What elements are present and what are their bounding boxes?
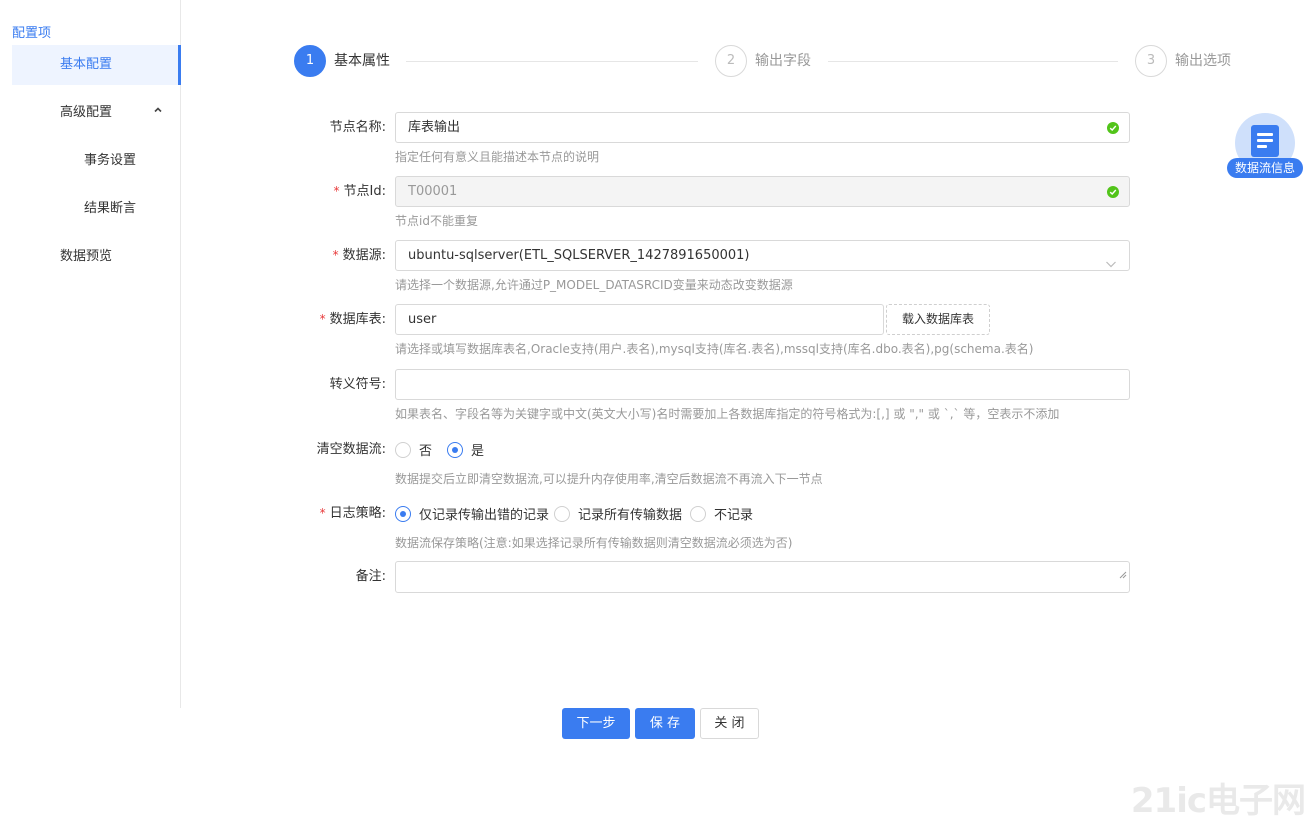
sidebar-item-basic-config[interactable]: 基本配置 <box>12 45 181 85</box>
step-number: 1 <box>294 45 326 77</box>
log-policy-radio-none[interactable]: 不记录 <box>690 498 753 529</box>
node-name-label: 节点名称: <box>329 120 386 135</box>
sidebar-item-label: 基本配置 <box>60 57 113 72</box>
db-table-value: user <box>408 312 437 327</box>
dataflow-info-button[interactable]: 数据流信息 <box>1227 113 1303 179</box>
remark-textarea[interactable] <box>395 561 1130 593</box>
radio-label: 记录所有传输数据 <box>578 508 683 523</box>
required-mark: * <box>333 184 340 198</box>
required-mark: * <box>319 506 326 520</box>
step-label: 基本属性 <box>334 53 390 69</box>
radio-label: 不记录 <box>714 508 754 523</box>
log-policy-hint: 数据流保存策略(注意:如果选择记录所有传输数据则清空数据流必须选为否) <box>395 536 793 550</box>
sidebar-item-label: 数据预览 <box>60 249 113 264</box>
dataflow-info-label: 数据流信息 <box>1227 158 1303 178</box>
radio-circle <box>395 441 411 458</box>
escape-symbol-label: 转义符号: <box>329 377 386 392</box>
sidebar-item-label: 高级配置 <box>60 105 113 120</box>
node-name-input[interactable]: 库表输出 <box>395 112 1130 143</box>
node-id-value: T00001 <box>408 184 458 199</box>
step-label: 输出选项 <box>1175 53 1231 69</box>
radio-label: 仅记录传输出错的记录 <box>419 508 550 523</box>
next-step-button[interactable]: 下一步 <box>562 708 630 739</box>
node-id-label: * 节点Id: <box>333 184 386 199</box>
remark-label: 备注: <box>355 569 386 584</box>
clear-flow-radio-yes[interactable]: 是 <box>447 434 484 465</box>
step-number: 3 <box>1135 45 1167 77</box>
datasource-label: * 数据源: <box>332 248 386 263</box>
radio-label: 是 <box>471 444 485 459</box>
sidebar-item-transaction-settings[interactable]: 事务设置 <box>12 141 181 181</box>
check-circle-icon <box>1107 122 1119 134</box>
sidebar-item-advanced-config[interactable]: 高级配置 <box>12 93 181 133</box>
step-connector <box>406 61 698 62</box>
log-policy-label: * 日志策略: <box>319 506 386 521</box>
save-button[interactable]: 保 存 <box>635 708 695 739</box>
radio-circle <box>447 441 463 458</box>
config-sidebar: 配置项 基本配置 高级配置 事务设置 结果断言 数据预览 <box>0 0 181 708</box>
load-db-table-button[interactable]: 载入数据库表 <box>886 304 990 335</box>
radio-circle <box>395 505 411 522</box>
escape-symbol-input[interactable] <box>395 369 1130 400</box>
sidebar-title: 配置项 <box>12 26 52 41</box>
sidebar-item-label: 事务设置 <box>84 153 137 168</box>
document-list-icon <box>1251 125 1279 157</box>
close-button[interactable]: 关 闭 <box>700 708 759 739</box>
node-name-value: 库表输出 <box>408 120 461 135</box>
site-watermark: 21ic电子网 <box>1130 781 1306 821</box>
clear-flow-radio-no[interactable]: 否 <box>395 434 432 465</box>
sidebar-item-result-assertion[interactable]: 结果断言 <box>12 189 181 229</box>
step-label: 输出字段 <box>755 53 811 69</box>
chevron-up-icon[interactable] <box>153 93 163 133</box>
resize-grip-icon[interactable] <box>1119 561 1127 590</box>
log-policy-radio-errors-only[interactable]: 仅记录传输出错的记录 <box>395 498 549 529</box>
clear-flow-hint: 数据提交后立即清空数据流,可以提升内存使用率,清空后数据流不再流入下一节点 <box>395 472 823 486</box>
chevron-down-icon[interactable] <box>1105 251 1117 280</box>
datasource-select[interactable]: ubuntu-sqlserver(ETL_SQLSERVER_142789165… <box>395 240 1130 271</box>
required-mark: * <box>319 312 326 326</box>
log-policy-radio-all[interactable]: 记录所有传输数据 <box>554 498 682 529</box>
db-table-hint: 请选择或填写数据库表名,Oracle支持(用户.表名),mysql支持(库名.表… <box>395 342 1034 356</box>
sidebar-item-label: 结果断言 <box>84 201 137 216</box>
node-name-hint: 指定任何有意义且能描述本节点的说明 <box>395 150 600 164</box>
step-number: 2 <box>715 45 747 77</box>
radio-circle <box>690 505 706 522</box>
required-mark: * <box>332 248 339 262</box>
db-table-label: * 数据库表: <box>319 312 386 327</box>
sidebar-item-data-preview[interactable]: 数据预览 <box>12 237 181 277</box>
datasource-value: ubuntu-sqlserver(ETL_SQLSERVER_142789165… <box>408 248 750 263</box>
radio-circle <box>554 505 570 522</box>
step-connector <box>828 61 1118 62</box>
check-circle-icon <box>1107 186 1119 198</box>
escape-symbol-hint: 如果表名、字段名等为关键字或中文(英文大小写)名时需要加上各数据库指定的符号格式… <box>395 407 1060 421</box>
node-id-hint: 节点id不能重复 <box>395 214 478 228</box>
node-id-input: T00001 <box>395 176 1130 207</box>
db-table-input[interactable]: user <box>395 304 884 335</box>
radio-label: 否 <box>419 444 433 459</box>
datasource-hint: 请选择一个数据源,允许通过P_MODEL_DATASRCID变量来动态改变数据源 <box>395 278 793 292</box>
clear-flow-label: 清空数据流: <box>316 442 386 457</box>
